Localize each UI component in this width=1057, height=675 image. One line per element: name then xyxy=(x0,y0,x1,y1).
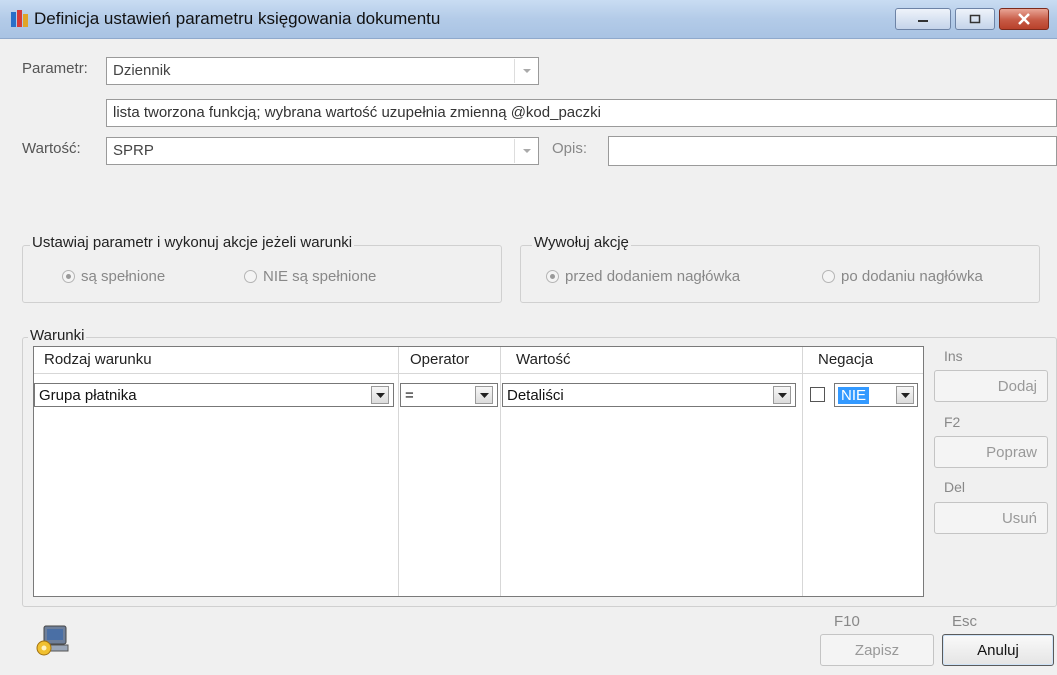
chevron-down-icon xyxy=(375,392,385,398)
rodzaj-combo[interactable]: Grupa płatnika xyxy=(34,383,394,407)
cancel-button[interactable]: Anuluj xyxy=(942,634,1054,666)
chevron-down-icon xyxy=(479,392,489,398)
chevron-down-icon xyxy=(777,392,787,398)
value-combo[interactable]: SPRP xyxy=(106,137,539,165)
conditions-group-title: Ustawiaj parametr i wykonuj akcje jeżeli… xyxy=(30,234,355,251)
operator-cell[interactable]: = xyxy=(400,383,498,407)
table-row[interactable]: Grupa płatnika xyxy=(34,383,398,407)
column-divider xyxy=(398,347,399,596)
del-shortcut: Del xyxy=(944,479,966,495)
opis-input[interactable] xyxy=(608,136,1057,166)
param-dropdown[interactable] xyxy=(514,59,538,83)
action-group-title: Wywołuj akcję xyxy=(532,234,631,251)
radio-label: są spełnione xyxy=(81,268,166,285)
maximize-button[interactable] xyxy=(955,8,995,30)
radio-label: NIE są spełnione xyxy=(263,268,377,285)
negacja-dropdown[interactable] xyxy=(896,386,914,404)
delete-button[interactable]: Usuń xyxy=(934,502,1048,534)
operator-dropdown[interactable] xyxy=(475,386,493,404)
negacja-checkbox[interactable] xyxy=(810,387,825,402)
warunki-title: Warunki xyxy=(28,327,87,344)
save-button[interactable]: Zapisz xyxy=(820,634,934,666)
value-value: SPRP xyxy=(113,142,154,159)
param-value: Dziennik xyxy=(113,62,171,79)
value-dropdown[interactable] xyxy=(514,139,538,163)
cancel-shortcut: Esc xyxy=(952,613,978,630)
maximize-icon xyxy=(969,14,981,24)
add-button[interactable]: Dodaj xyxy=(934,370,1048,402)
radio-conditions-met[interactable]: są spełnione xyxy=(62,268,165,285)
wartosc-combo[interactable]: Detaliści xyxy=(502,383,796,407)
value-label: Wartość: xyxy=(22,140,81,157)
edit-button[interactable]: Popraw xyxy=(934,436,1048,468)
radio-button[interactable] xyxy=(546,270,559,283)
ins-shortcut: Ins xyxy=(944,348,963,364)
title-bar[interactable]: Definicja ustawień parametru księgowania… xyxy=(0,0,1057,39)
operator-value: = xyxy=(405,386,414,404)
minimize-icon xyxy=(918,20,928,22)
settings-computer-icon xyxy=(36,625,69,656)
radio-button[interactable] xyxy=(62,270,75,283)
radio-before-header[interactable]: przed dodaniem nagłówka xyxy=(546,268,740,285)
param-description: lista tworzona funkcją; wybrana wartość … xyxy=(106,99,1057,127)
header-divider xyxy=(34,373,923,374)
close-button[interactable] xyxy=(999,8,1049,30)
wartosc-cell[interactable]: Detaliści xyxy=(502,383,796,407)
radio-button[interactable] xyxy=(244,270,257,283)
param-label: Parametr: xyxy=(22,60,88,77)
window-title: Definicja ustawień parametru księgowania… xyxy=(34,9,441,28)
f2-shortcut: F2 xyxy=(944,414,961,430)
column-header-rodzaj[interactable]: Rodzaj warunku xyxy=(38,347,158,373)
app-books-icon xyxy=(11,10,28,27)
column-divider xyxy=(802,347,803,596)
column-header-negacja[interactable]: Negacja xyxy=(812,347,879,373)
rodzaj-dropdown[interactable] xyxy=(371,386,389,404)
param-combo[interactable]: Dziennik xyxy=(106,57,539,85)
operator-combo[interactable]: = xyxy=(400,383,498,407)
column-divider xyxy=(500,347,501,596)
wartosc-value: Detaliści xyxy=(507,386,564,404)
conditions-grid[interactable]: Rodzaj warunku Operator Wartość Negacja … xyxy=(33,346,924,597)
close-icon xyxy=(1018,13,1030,25)
column-header-operator[interactable]: Operator xyxy=(404,347,475,373)
radio-label: przed dodaniem nagłówka xyxy=(565,268,741,285)
chevron-down-icon xyxy=(522,149,531,153)
negacja-combo[interactable]: NIE xyxy=(834,383,918,407)
save-shortcut: F10 xyxy=(834,613,860,630)
minimize-button[interactable] xyxy=(895,8,951,30)
radio-conditions-not-met[interactable]: NIE są spełnione xyxy=(244,268,376,285)
opis-label: Opis: xyxy=(552,140,588,157)
radio-label: po dodaniu nagłówka xyxy=(841,268,983,285)
chevron-down-icon xyxy=(900,392,910,398)
negacja-value: NIE xyxy=(838,386,870,404)
radio-after-header[interactable]: po dodaniu nagłówka xyxy=(822,268,983,285)
rodzaj-value: Grupa płatnika xyxy=(39,386,137,404)
wartosc-dropdown[interactable] xyxy=(773,386,791,404)
column-header-wartosc[interactable]: Wartość xyxy=(510,347,576,373)
chevron-down-icon xyxy=(522,69,531,73)
radio-button[interactable] xyxy=(822,270,835,283)
